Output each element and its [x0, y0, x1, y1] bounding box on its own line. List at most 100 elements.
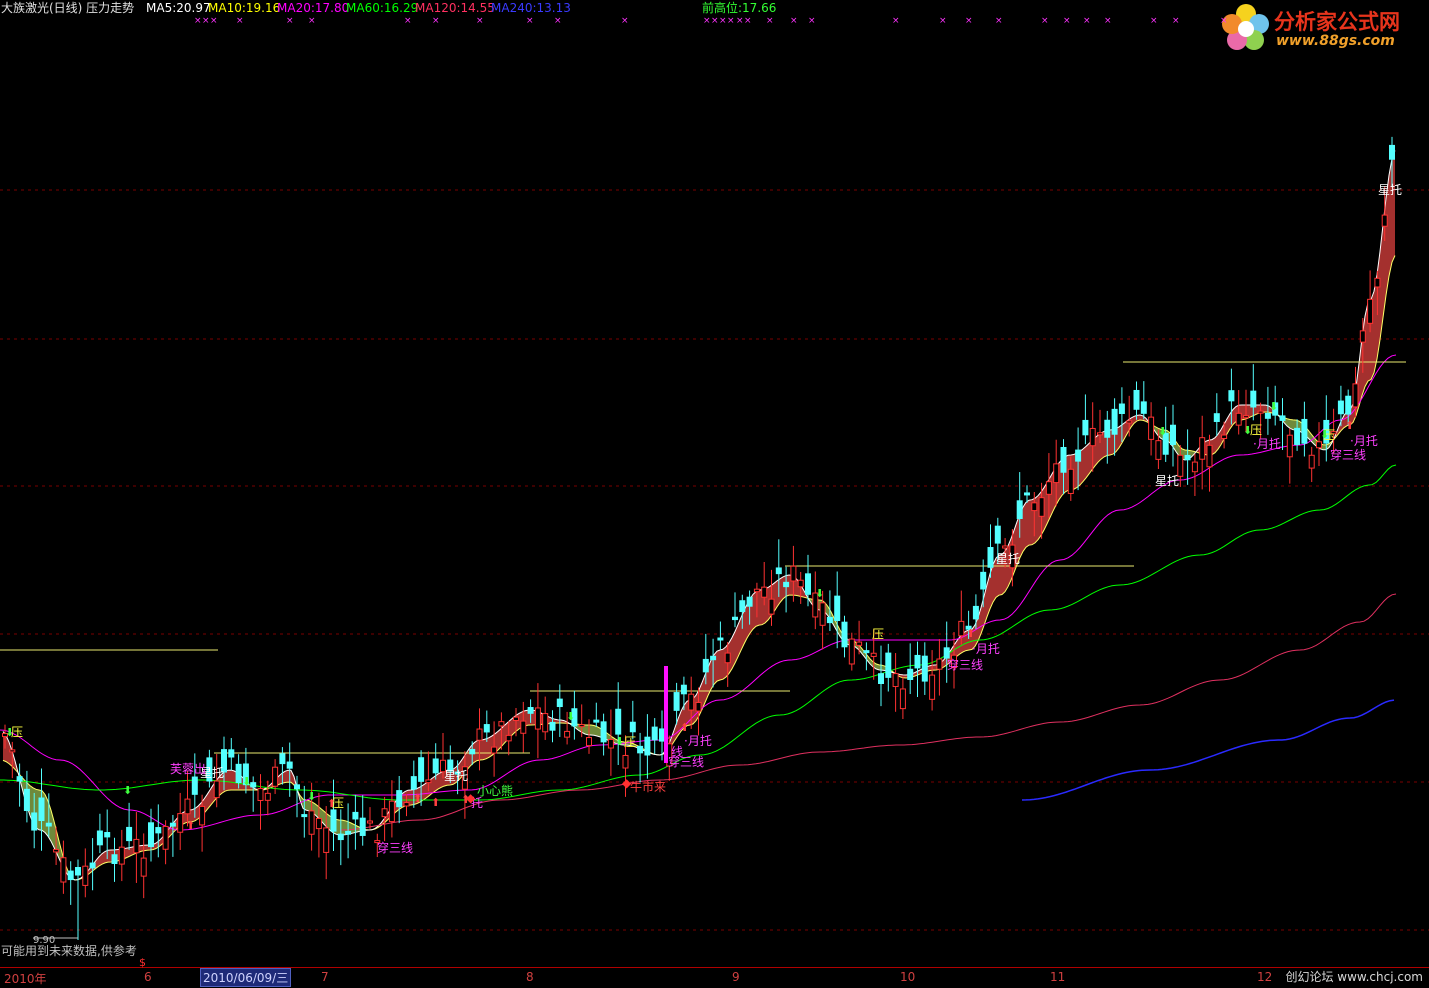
candle-body	[425, 779, 432, 784]
candle-body	[104, 832, 111, 838]
candle-body	[345, 830, 352, 835]
candle-body	[1067, 468, 1074, 494]
diamond-marker-icon: ◆	[622, 776, 632, 790]
up-arrow-icon: ⬆	[327, 797, 337, 810]
candle-body	[476, 728, 483, 741]
candle-body	[629, 721, 636, 733]
candle-body	[410, 776, 417, 790]
candle-body	[1089, 427, 1096, 447]
candle-body	[775, 567, 782, 575]
candle-body	[841, 621, 848, 648]
candle-body	[67, 870, 74, 881]
candle-body	[972, 605, 979, 620]
candle-body	[1381, 214, 1388, 227]
candle-body	[264, 792, 271, 801]
candle-body	[111, 854, 118, 865]
candle-body	[936, 658, 943, 670]
up-arrow-icon: ⬆	[1345, 419, 1355, 432]
candle-body	[126, 826, 133, 842]
candle-body	[1213, 413, 1220, 422]
signal-yuetuo: ·月托	[972, 642, 1000, 656]
forum-brand[interactable]: 创幻论坛 www.chcj.com	[1285, 968, 1423, 985]
candle-body	[943, 647, 950, 659]
candle-body	[1075, 449, 1082, 462]
candle-body	[1257, 410, 1264, 414]
candle-body	[593, 719, 600, 723]
candle-body	[1228, 390, 1235, 402]
candle-body	[155, 827, 162, 834]
candle-body	[651, 726, 658, 741]
candle-body	[790, 565, 797, 582]
candle-body	[16, 776, 23, 782]
candle-body	[1133, 389, 1140, 410]
candle-body	[294, 784, 300, 790]
candle-body	[870, 652, 877, 657]
diamond-marker-icon: ◆	[466, 791, 476, 805]
ma240-line	[1021, 699, 1395, 801]
candle-body	[184, 798, 191, 815]
candle-body	[9, 749, 16, 753]
price-chart[interactable]: × × × × × × × × × × × × × × × × × × × × × × × × × × × × × × × ×	[0, 16, 1429, 967]
candle-body	[359, 817, 366, 836]
candle-body	[1279, 415, 1286, 421]
candle-body	[367, 820, 373, 824]
candle-body	[1367, 298, 1374, 324]
down-arrow-icon: ⬇	[123, 784, 133, 797]
ma60-readout: MA60:16.29	[346, 1, 419, 15]
candle-body	[732, 616, 738, 621]
top-x-marker: ×	[1041, 16, 1049, 26]
chart-title: 大族激光(日线) 压力走势	[1, 1, 135, 15]
candle-body	[994, 525, 1001, 544]
candle-body	[1060, 446, 1067, 473]
candle-body	[1264, 412, 1271, 419]
candle-body	[1352, 383, 1359, 408]
top-x-marker: ×	[194, 16, 202, 26]
candle-body	[534, 707, 541, 730]
candle-body	[637, 745, 644, 754]
candle-body	[586, 737, 592, 747]
candle-body	[89, 862, 96, 869]
candle-body	[929, 674, 936, 700]
candle-body	[1031, 502, 1038, 512]
candle-body	[768, 598, 775, 615]
top-x-marker: ×	[1083, 16, 1091, 26]
candle-body	[600, 721, 607, 743]
axis-month-6: 6	[144, 970, 152, 984]
candle-body	[673, 692, 680, 711]
ma60-line	[0, 464, 1397, 801]
candle-body	[717, 637, 724, 641]
candle-body	[885, 652, 892, 678]
top-x-marker: ×	[995, 16, 1003, 26]
candle-body	[746, 596, 753, 607]
signal-xingtuo: 星托	[996, 552, 1021, 566]
candle-body	[279, 753, 286, 765]
top-x-marker: ×	[1172, 16, 1180, 26]
signal-yuetuo: ·月托	[1350, 434, 1378, 448]
candle-body	[1221, 434, 1228, 439]
candle-body	[1316, 441, 1322, 449]
axis-selected-date[interactable]: 2010/06/09/三	[200, 968, 292, 987]
down-arrow-icon: ⬇	[566, 710, 576, 723]
candle-body	[403, 802, 410, 807]
magenta-candle	[664, 666, 668, 763]
axis-year-label: 2010年	[4, 972, 47, 986]
top-x-marker: ×	[736, 16, 744, 26]
candle-body	[1097, 432, 1103, 436]
candle-body	[23, 788, 30, 812]
candle-body	[1053, 463, 1060, 484]
candle-body	[45, 822, 52, 827]
candle-body	[878, 673, 884, 684]
candle-body	[213, 780, 220, 799]
candle-body	[1002, 545, 1009, 549]
candle-body	[958, 620, 965, 637]
candle-body	[469, 748, 476, 755]
candle-body	[644, 736, 651, 756]
candle-body	[921, 655, 928, 682]
down-arrow-icon: ⬇	[1320, 428, 1330, 441]
candle-body	[527, 707, 534, 714]
candle-body	[140, 857, 147, 877]
top-x-marker: ×	[939, 16, 947, 26]
candle-body	[1206, 444, 1213, 468]
candle-body	[1045, 481, 1052, 495]
candle-body	[914, 654, 921, 669]
